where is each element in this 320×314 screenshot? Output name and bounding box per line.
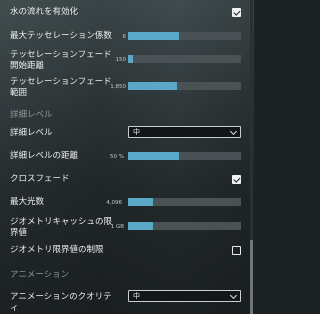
animation-quality-selected: 中: [133, 292, 140, 300]
max-tessellation-value: 6: [122, 34, 127, 40]
tess-fade-range-slider-fill: [128, 82, 177, 90]
crossfade-checkbox[interactable]: [232, 175, 241, 184]
tess-fade-start-slider-fill: [128, 55, 133, 63]
detail-distance-slider[interactable]: [128, 152, 241, 160]
tess-fade-range-slider[interactable]: [128, 82, 241, 90]
geometry-limit-checkbox[interactable]: [232, 246, 241, 255]
tess-fade-start-value: 150: [115, 57, 127, 63]
chevron-down-icon: [229, 127, 238, 136]
water-flow-label: 水の流れを有効化: [10, 7, 79, 17]
detail-section-title: 詳細レベル: [10, 110, 53, 120]
detail-level-selected: 中: [133, 128, 140, 136]
geometry-cache-value: 1 GB: [110, 224, 124, 230]
geometry-limit-label: ジオメトリ限界値の制限: [10, 245, 104, 255]
max-lights-value: 4,096: [106, 200, 122, 206]
animation-quality-dropdown[interactable]: 中: [128, 290, 241, 302]
animation-section-title: アニメーション: [10, 270, 70, 280]
crossfade-row: クロスフェード: [10, 174, 244, 185]
max-tessellation-slider[interactable]: [128, 32, 241, 40]
scrollbar-thumb[interactable]: [250, 240, 253, 314]
max-tessellation-label: 最大テッセレーション係数: [10, 31, 112, 41]
animation-quality-label: アニメーションのクオリティ: [10, 292, 112, 313]
detail-distance-value: 50 %: [110, 154, 124, 160]
scrollbar[interactable]: [250, 0, 253, 314]
chevron-down-icon: [229, 291, 238, 300]
tess-fade-start-label: テッセレーションフェード開始距離: [10, 50, 112, 71]
detail-distance-slider-fill: [128, 152, 179, 160]
tess-fade-start-slider[interactable]: [128, 55, 241, 63]
water-flow-row: 水の流れを有効化: [10, 7, 244, 18]
max-lights-slider[interactable]: [128, 198, 241, 206]
water-flow-checkbox[interactable]: [232, 8, 241, 17]
settings-panel: 水の流れを有効化 最大テッセレーション係数 6 テッセレーションフェード開始距離…: [0, 0, 254, 314]
geometry-cache-slider[interactable]: [128, 222, 241, 230]
tess-fade-range-label: テッセレーションフェード範囲: [10, 77, 112, 98]
max-tessellation-slider-fill: [128, 32, 179, 40]
detail-level-label: 詳細レベル: [10, 128, 53, 138]
detail-level-dropdown[interactable]: 中: [128, 126, 241, 138]
tess-fade-range-value: 1,850: [110, 84, 126, 90]
geometry-cache-slider-fill: [128, 222, 153, 230]
crossfade-label: クロスフェード: [10, 174, 70, 184]
geometry-limit-row: ジオメトリ限界値の制限: [10, 245, 244, 256]
max-lights-slider-fill: [128, 198, 153, 206]
